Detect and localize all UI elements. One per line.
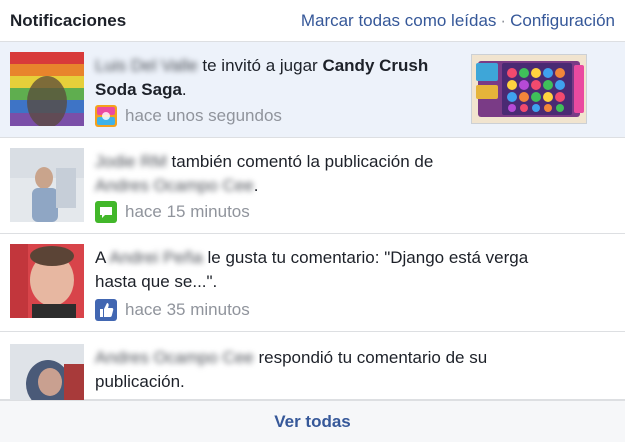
timestamp[interactable]: hace 35 minutos	[125, 300, 250, 320]
like-icon	[95, 299, 117, 321]
avatar	[10, 148, 84, 222]
notification-message: también comentó la publicación de	[166, 152, 434, 171]
avatar	[10, 244, 84, 318]
notification-text: Andres Ocampo Cee respondió tu comentari…	[95, 346, 555, 394]
candy-crush-app-icon	[95, 105, 117, 127]
notification-item[interactable]: Jodie RM también comentó la publicación …	[0, 138, 625, 234]
notification-meta: hace unos segundos	[95, 105, 282, 127]
notifications-header: Notificaciones Marcar todas como leídas ·…	[0, 0, 625, 42]
separator: ·	[500, 11, 507, 30]
actor-name[interactable]: Andres Ocampo Cee	[95, 348, 254, 367]
notification-meta: hace 35 minutos	[95, 299, 250, 321]
notification-text: Jodie RM también comentó la publicación …	[95, 150, 455, 198]
mark-all-read-link[interactable]: Marcar todas como leídas	[301, 11, 497, 30]
notification-item[interactable]: A Andrei Peña le gusta tu comentario: "D…	[0, 234, 625, 332]
actor-name[interactable]: Andrei Peña	[109, 248, 203, 267]
notification-meta: hace 15 minutos	[95, 201, 250, 223]
settings-link[interactable]: Configuración	[510, 11, 615, 30]
header-actions: Marcar todas como leídas · Configuración	[301, 11, 615, 31]
notification-item[interactable]: Luis Del Valle te invitó a jugar Candy C…	[0, 42, 625, 138]
notification-text: Luis Del Valle te invitó a jugar Candy C…	[95, 54, 455, 102]
notification-prefix: A	[95, 248, 110, 267]
notifications-title: Notificaciones	[10, 11, 127, 30]
notification-item[interactable]: Andres Ocampo Cee respondió tu comentari…	[0, 334, 625, 400]
avatar	[10, 52, 84, 126]
notification-text: A Andrei Peña le gusta tu comentario: "D…	[95, 246, 555, 294]
notification-suffix: .	[181, 80, 187, 99]
comment-icon	[95, 201, 117, 223]
game-thumbnail[interactable]	[471, 54, 587, 124]
see-all-link[interactable]: Ver todas	[274, 412, 351, 432]
timestamp[interactable]: hace 15 minutos	[125, 202, 250, 222]
actor-name[interactable]: Jodie RM	[95, 152, 167, 171]
notification-suffix: .	[253, 176, 259, 195]
notification-message: te invitó a jugar	[197, 56, 323, 75]
avatar	[10, 344, 84, 400]
timestamp[interactable]: hace unos segundos	[125, 106, 282, 126]
target-name[interactable]: Andres Ocampo Cee	[95, 176, 254, 195]
actor-name[interactable]: Luis Del Valle	[95, 56, 198, 75]
notifications-footer: Ver todas	[0, 400, 625, 442]
